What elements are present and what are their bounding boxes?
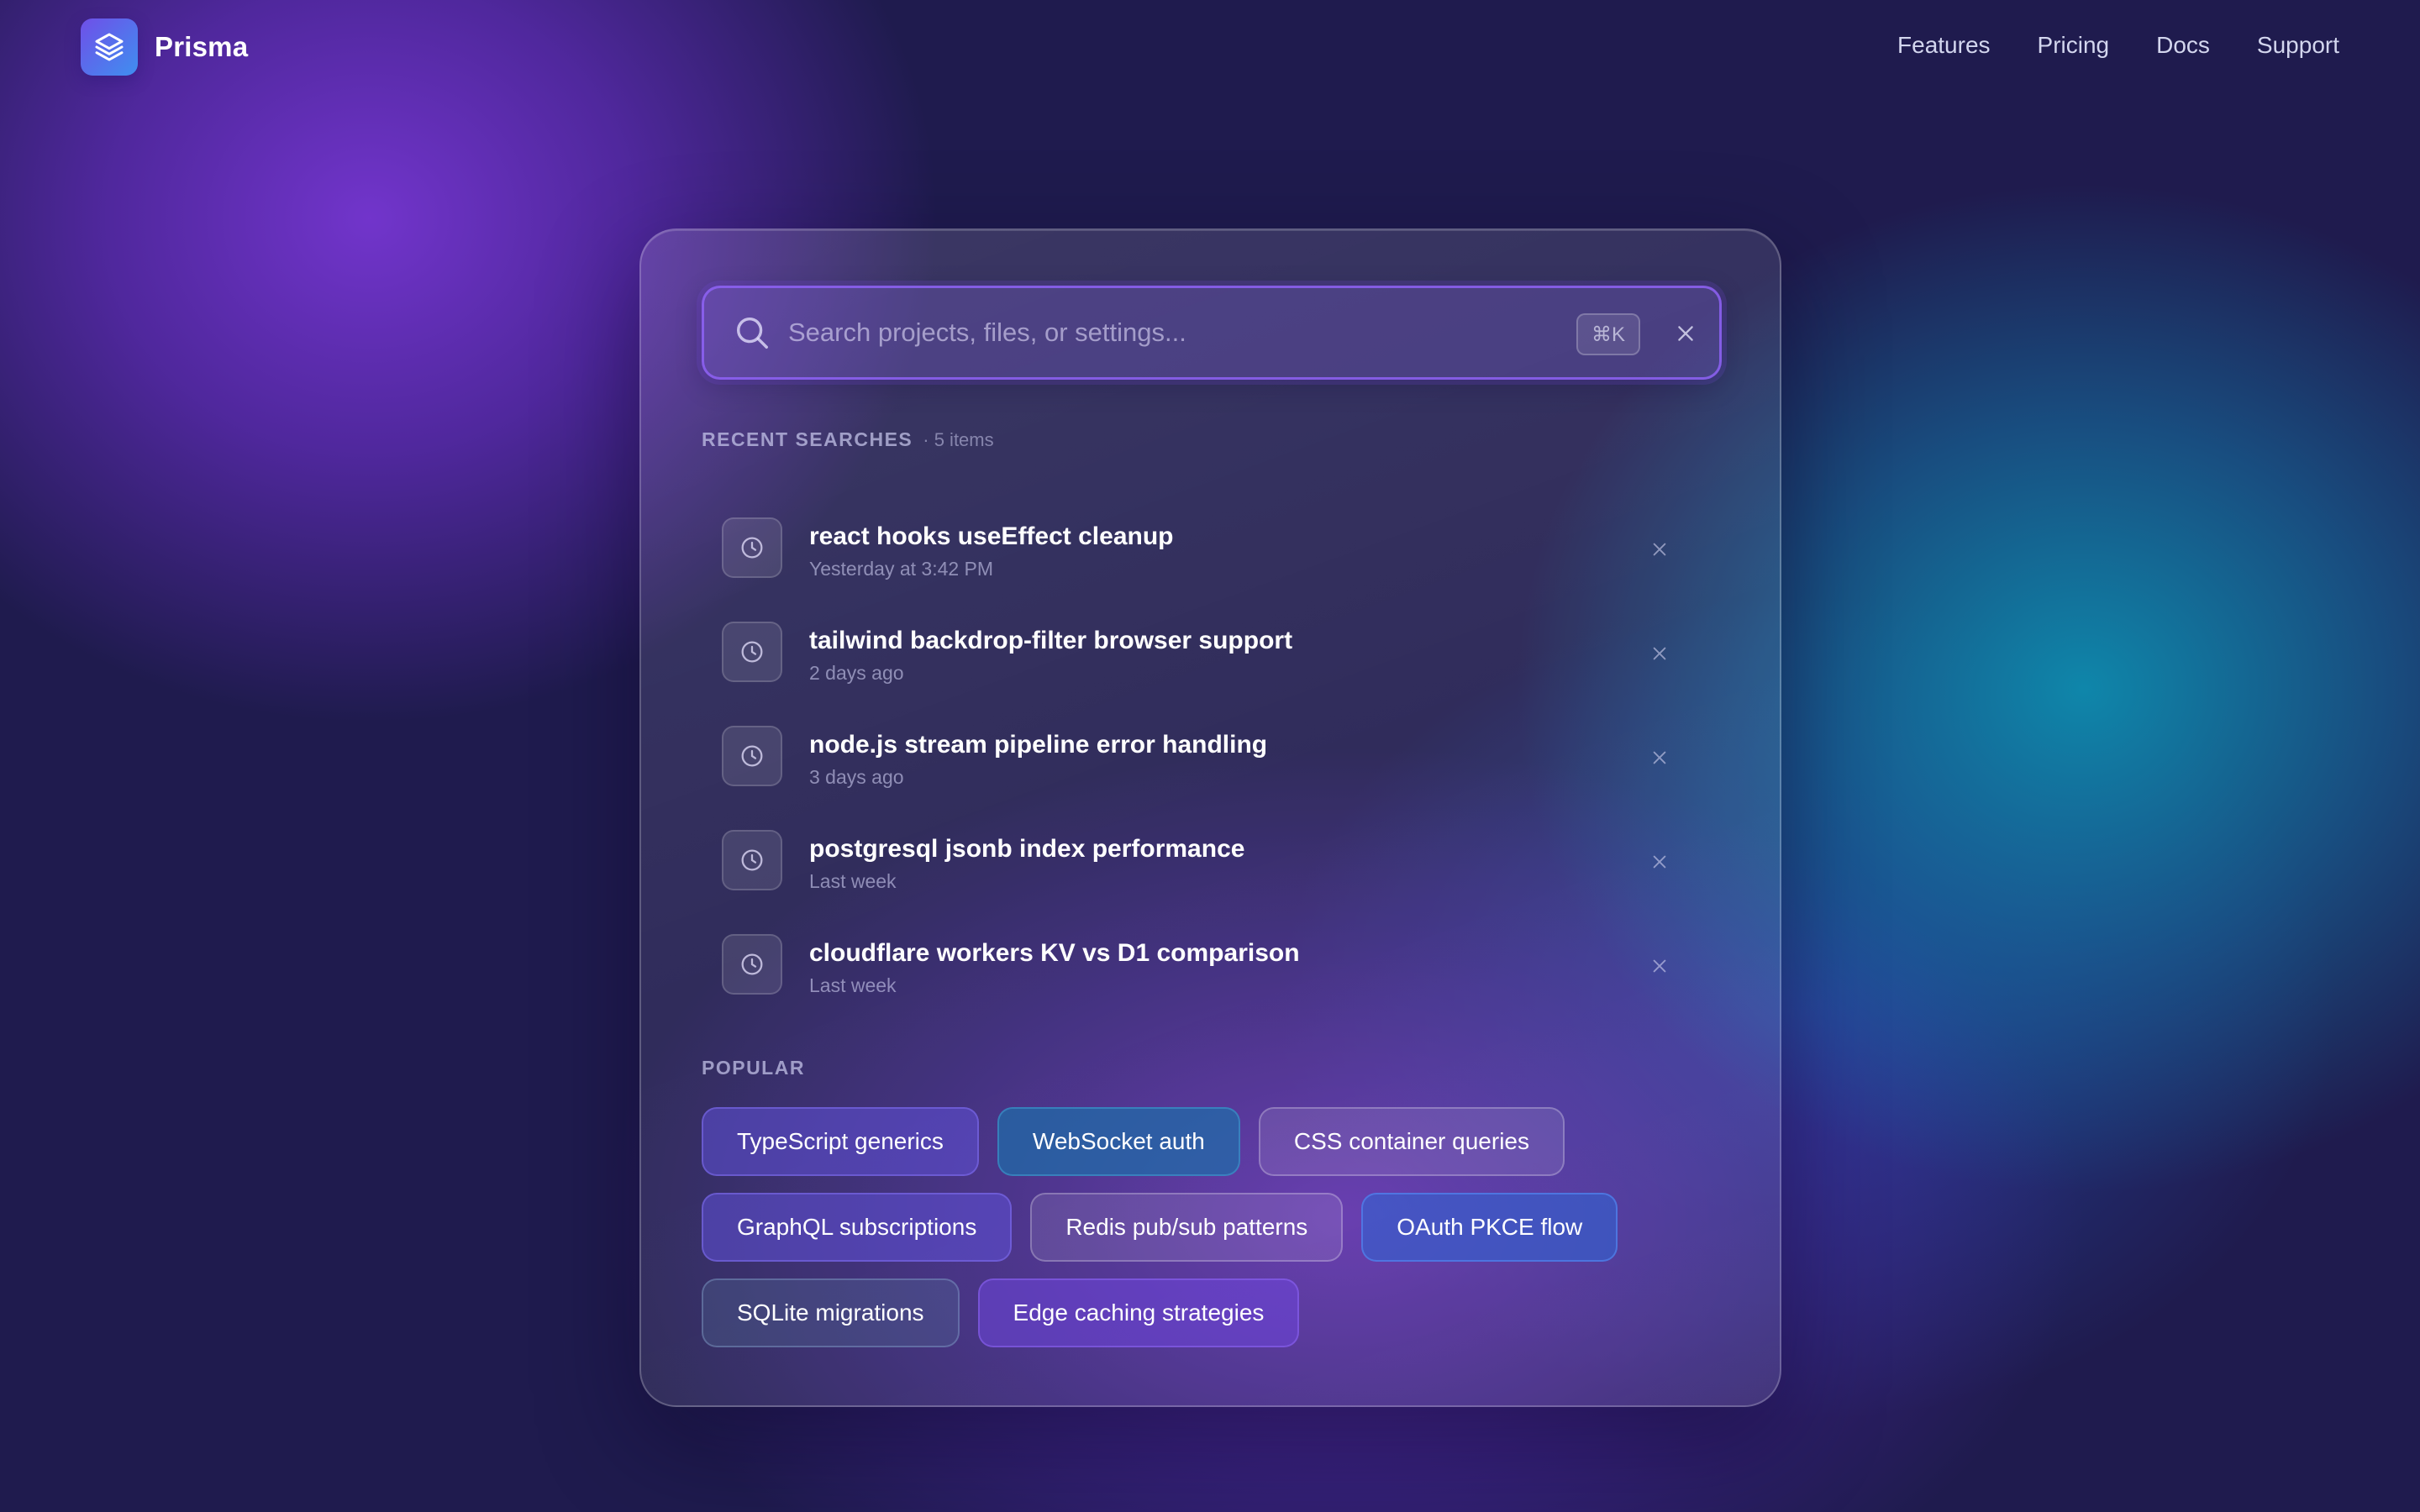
clock-icon [722,934,782,995]
clock-icon [722,622,782,682]
layers-icon [81,18,138,76]
nav-link-pricing[interactable]: Pricing [2038,32,2110,59]
clock-icon [722,830,782,890]
recent-search-time: 2 days ago [809,662,904,684]
top-header: Prisma Features Pricing Docs Support [0,0,2420,97]
nav-link-features[interactable]: Features [1897,32,1991,59]
recent-search-item[interactable]: cloudflare workers KV vs D1 comparison L… [722,914,1702,1018]
clock-icon [722,726,782,786]
recent-search-time: 3 days ago [809,766,904,788]
remove-recent-button[interactable] [1644,534,1675,564]
recent-search-item[interactable]: react hooks useEffect cleanup Yesterday … [722,497,1702,601]
search-icon [736,317,768,349]
close-icon [1678,326,1693,341]
popular-chip[interactable]: TypeScript generics [702,1107,979,1176]
popular-chips: TypeScript generics WebSocket auth CSS c… [702,1107,1722,1364]
clock-icon [722,517,782,578]
recent-search-title: tailwind backdrop-filter browser support [809,627,1293,654]
recent-search-item[interactable]: node.js stream pipeline error handling 3… [722,706,1702,810]
popular-heading: POPULAR [702,1057,805,1079]
recent-searches-heading: RECENT SEARCHES · 5 items [702,428,994,451]
chip-row: TypeScript generics WebSocket auth CSS c… [702,1107,1722,1176]
shortcut-badge: ⌘K [1576,313,1640,355]
search-panel: ⌘K RECENT SEARCHES · 5 items react hooks … [639,228,1781,1407]
recent-search-time: Last week [809,974,897,996]
remove-recent-button[interactable] [1644,951,1675,981]
popular-chip[interactable]: SQLite migrations [702,1278,960,1347]
recent-search-item[interactable]: postgresql jsonb index performance Last … [722,810,1702,914]
recent-search-title: postgresql jsonb index performance [809,835,1245,863]
popular-chip[interactable]: GraphQL subscriptions [702,1193,1013,1262]
close-icon [1653,647,1666,660]
close-icon [1653,543,1666,556]
recent-searches-list: react hooks useEffect cleanup Yesterday … [722,497,1702,1018]
nav-link-support[interactable]: Support [2257,32,2339,59]
popular-chip[interactable]: CSS container queries [1258,1107,1565,1176]
search-input[interactable] [788,305,1544,360]
close-icon [1653,855,1666,869]
recent-search-title: node.js stream pipeline error handling [809,731,1268,759]
remove-recent-button[interactable] [1644,847,1675,877]
brand-name: Prisma [155,31,249,62]
remove-recent-button[interactable] [1644,638,1675,669]
brand[interactable]: Prisma [81,18,248,76]
recent-searches-label: RECENT SEARCHES [702,428,913,450]
chip-row: SQLite migrations Edge caching strategie… [702,1278,1722,1347]
recent-search-title: react hooks useEffect cleanup [809,522,1174,550]
nav-link-docs[interactable]: Docs [2156,32,2210,59]
popular-chip[interactable]: OAuth PKCE flow [1361,1193,1618,1262]
popular-chip[interactable]: WebSocket auth [997,1107,1240,1176]
main-nav: Features Pricing Docs Support [1850,32,2339,59]
recent-searches-count: · 5 items [923,429,994,450]
recent-search-time: Last week [809,870,897,892]
close-icon [1653,959,1666,973]
search-box: ⌘K [702,286,1722,380]
popular-chip[interactable]: Redis pub/sub patterns [1030,1193,1344,1262]
clear-search-button[interactable] [1669,317,1702,350]
popular-chip[interactable]: Edge caching strategies [977,1278,1300,1347]
remove-recent-button[interactable] [1644,743,1675,773]
recent-search-item[interactable]: tailwind backdrop-filter browser support… [722,601,1702,706]
recent-search-time: Yesterday at 3:42 PM [809,558,994,580]
chip-row: GraphQL subscriptions Redis pub/sub patt… [702,1193,1722,1262]
close-icon [1653,751,1666,764]
recent-search-title: cloudflare workers KV vs D1 comparison [809,939,1300,967]
